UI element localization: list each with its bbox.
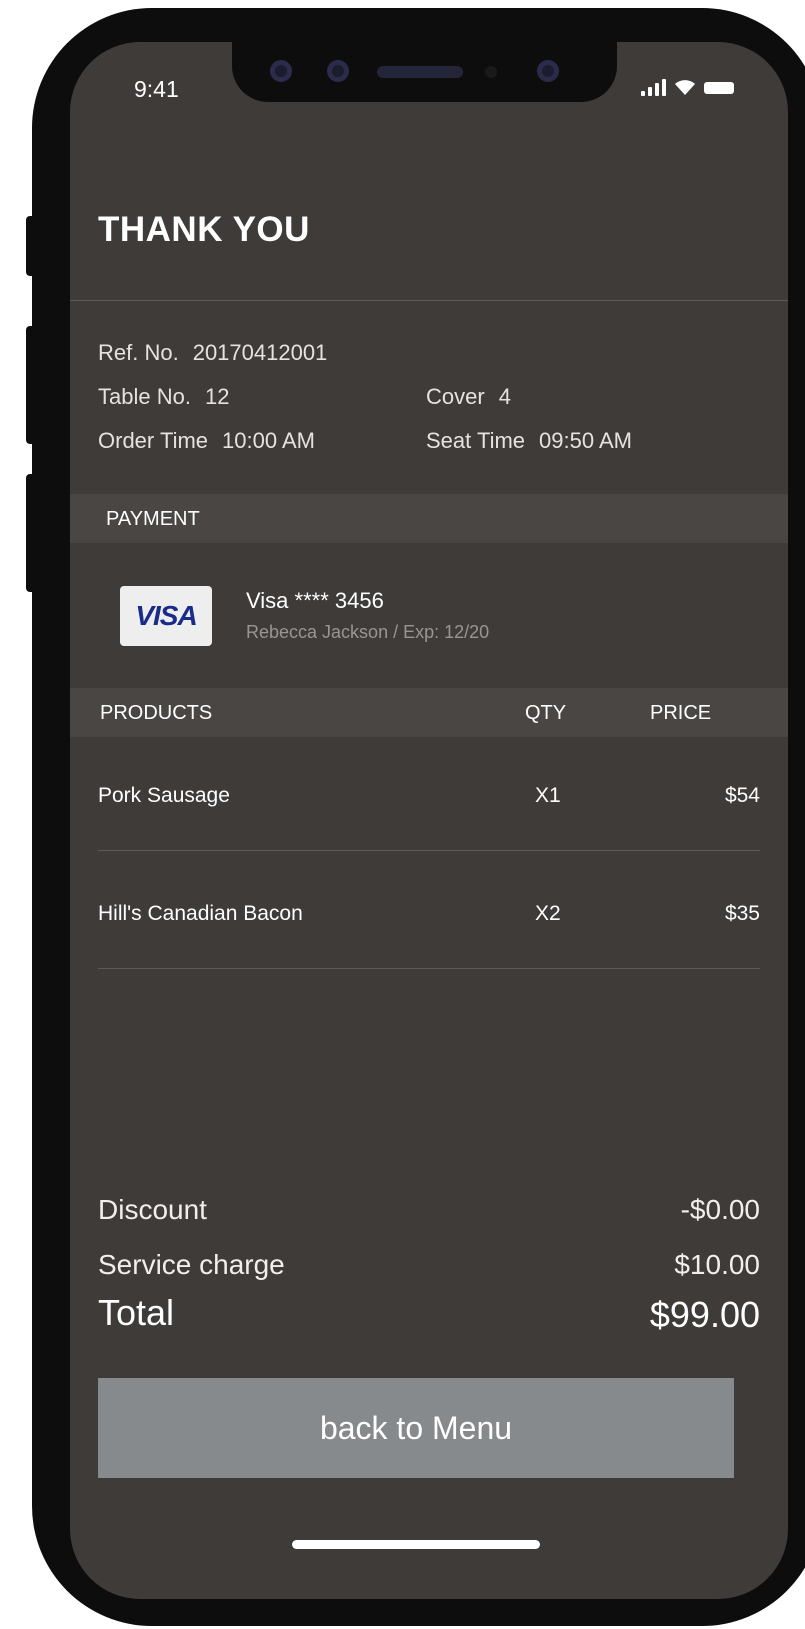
page-title: THANK YOU xyxy=(98,210,310,249)
status-icons xyxy=(641,78,734,96)
price-column-header: PRICE xyxy=(650,702,712,724)
product-name: Hill's Canadian Bacon xyxy=(98,902,303,925)
card-holder: Rebecca Jackson / Exp: 12/20 xyxy=(246,622,490,642)
status-time: 9:41 xyxy=(134,76,179,102)
payment-section-label: PAYMENT xyxy=(106,508,200,530)
sensor-dot xyxy=(485,66,497,78)
signal-icon xyxy=(641,78,666,96)
mute-switch xyxy=(26,216,36,276)
card-number: Visa **** 3456 xyxy=(246,588,384,613)
row-divider xyxy=(98,850,760,851)
camera-icon xyxy=(270,60,292,82)
ref-number: Ref. No. 20170412001 xyxy=(98,340,327,366)
home-indicator[interactable] xyxy=(292,1540,540,1549)
order-time-label: Order Time xyxy=(98,428,209,453)
cover-label: Cover xyxy=(426,384,485,409)
app-screen: 9:41 THANK YOU Ref. No. 20170412001 Table… xyxy=(70,42,788,1599)
qty-column-header: QTY xyxy=(525,702,567,724)
cover-value: 4 xyxy=(498,384,511,409)
order-time: Order Time 10:00 AM xyxy=(98,428,315,454)
camera-icon xyxy=(537,60,559,82)
seat-time: Seat Time 09:50 AM xyxy=(426,428,632,454)
volume-down-button xyxy=(26,474,36,592)
camera-icon xyxy=(327,60,349,82)
back-to-menu-button[interactable]: back to Menu xyxy=(98,1378,734,1478)
service-charge-label: Service charge xyxy=(98,1249,285,1280)
table-value: 12 xyxy=(204,384,230,409)
wifi-icon xyxy=(675,80,695,95)
ref-value: 20170412001 xyxy=(192,340,328,365)
product-price: $54 xyxy=(724,784,760,807)
ref-label: Ref. No. xyxy=(98,340,179,365)
total-value: $99.00 xyxy=(649,1294,760,1335)
row-divider xyxy=(98,968,760,969)
products-column-header: PRODUCTS xyxy=(100,702,213,724)
discount-label: Discount xyxy=(98,1194,207,1225)
table-label: Table No. xyxy=(98,384,191,409)
product-price: $35 xyxy=(724,902,760,925)
cover-count: Cover 4 xyxy=(426,384,511,410)
product-qty: X1 xyxy=(535,784,561,807)
seat-time-value: 09:50 AM xyxy=(539,428,632,453)
product-qty: X2 xyxy=(535,902,561,925)
order-time-value: 10:00 AM xyxy=(222,428,315,453)
seat-time-label: Seat Time xyxy=(426,428,526,453)
product-name: Pork Sausage xyxy=(98,784,230,807)
visa-card-icon: VISA xyxy=(120,586,212,646)
service-charge-value: $10.00 xyxy=(674,1249,760,1280)
discount-value: -$0.00 xyxy=(680,1194,760,1225)
battery-icon xyxy=(704,82,734,94)
divider xyxy=(70,300,788,301)
total-label: Total xyxy=(98,1292,175,1333)
speaker-grille xyxy=(377,66,463,78)
table-number: Table No. 12 xyxy=(98,384,229,410)
notch xyxy=(232,42,617,102)
volume-up-button xyxy=(26,326,36,444)
